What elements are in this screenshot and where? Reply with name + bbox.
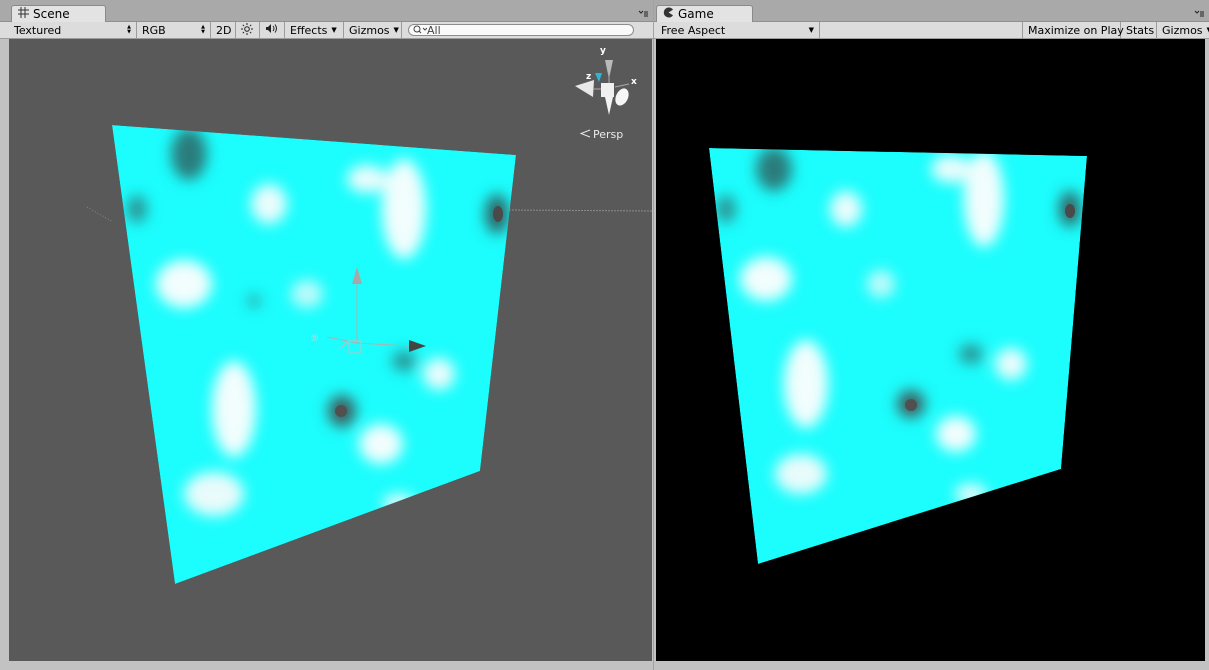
maximize-on-play-toggle[interactable]: Maximize on Play bbox=[1022, 22, 1124, 38]
game-tabbar: Game bbox=[654, 0, 1209, 22]
tab-scene-label: Scene bbox=[33, 7, 70, 21]
effects-dropdown[interactable]: Effects ▼ bbox=[285, 22, 344, 38]
game-gizmos-label: Gizmos bbox=[1162, 23, 1203, 37]
search-placeholder: All bbox=[427, 23, 441, 37]
game-viewport[interactable] bbox=[656, 39, 1205, 661]
tab-game-label: Game bbox=[678, 7, 714, 21]
scene-tabbar: Scene bbox=[0, 0, 653, 22]
gizmo-y-label: y bbox=[600, 46, 606, 56]
mode-2d-button[interactable]: 2D bbox=[211, 22, 236, 38]
horizon-line bbox=[508, 209, 652, 212]
pacman-icon bbox=[663, 7, 674, 21]
stats-toggle[interactable]: Stats bbox=[1121, 22, 1157, 38]
mode-2d-label: 2D bbox=[216, 23, 232, 37]
lighting-toggle[interactable] bbox=[236, 22, 260, 38]
draw-mode-dropdown[interactable]: Textured ▲ ▼ bbox=[9, 22, 137, 38]
noise-plane[interactable] bbox=[112, 125, 516, 584]
scene-search-input[interactable]: All bbox=[408, 23, 634, 37]
game-panel: Game Free Aspect ▼ Maximize on Play Stat… bbox=[654, 0, 1209, 670]
persp-toggle[interactable]: Persp bbox=[579, 128, 624, 141]
dropdown-arrow-icon: ▼ bbox=[808, 26, 814, 34]
stats-label: Stats bbox=[1126, 23, 1155, 37]
render-mode-dropdown[interactable]: RGB ▲ ▼ bbox=[137, 22, 211, 38]
gizmo-z-label: z bbox=[586, 72, 592, 82]
svg-text:⦾: ⦾ bbox=[311, 334, 318, 344]
search-icon bbox=[413, 24, 428, 37]
scene-viewport[interactable]: ⦾ y x z Persp bbox=[9, 39, 652, 661]
effects-label: Effects bbox=[290, 23, 328, 37]
grid-icon bbox=[18, 7, 29, 21]
stepper-icon: ▲ ▼ bbox=[201, 24, 205, 35]
gizmo-x-label: x bbox=[631, 77, 637, 87]
maximize-on-play-label: Maximize on Play bbox=[1028, 23, 1124, 37]
persp-label: Persp bbox=[593, 128, 624, 141]
menu-icon[interactable] bbox=[637, 7, 649, 17]
horizon-line bbox=[86, 206, 114, 223]
noise-plane bbox=[709, 148, 1087, 564]
sun-icon bbox=[241, 22, 253, 38]
dropdown-arrow-icon: ▼ bbox=[393, 26, 399, 34]
render-mode-label: RGB bbox=[142, 23, 166, 37]
tab-scene[interactable]: Scene bbox=[11, 5, 106, 22]
tab-game[interactable]: Game bbox=[656, 5, 753, 22]
audio-toggle[interactable] bbox=[260, 22, 285, 38]
perspective-icon bbox=[579, 128, 591, 141]
scene-panel: Scene Textured ▲ ▼ RGB ▲ ▼ 2D Effects ▼ … bbox=[0, 0, 653, 670]
scene-gizmos-label: Gizmos bbox=[349, 23, 390, 37]
speaker-icon bbox=[265, 23, 278, 37]
draw-mode-label: Textured bbox=[14, 23, 62, 37]
aspect-label: Free Aspect bbox=[661, 23, 726, 37]
game-toolbar: Free Aspect ▼ Maximize on Play Stats Giz… bbox=[654, 22, 1209, 39]
stepper-icon: ▲ ▼ bbox=[127, 24, 131, 35]
aspect-dropdown[interactable]: Free Aspect ▼ bbox=[656, 22, 820, 38]
game-gizmos-dropdown[interactable]: Gizmos ▼ bbox=[1157, 22, 1209, 38]
menu-icon[interactable] bbox=[1193, 7, 1205, 17]
scene-toolbar: Textured ▲ ▼ RGB ▲ ▼ 2D Effects ▼ Gizmos ▼ bbox=[0, 22, 653, 39]
scene-gizmos-dropdown[interactable]: Gizmos ▼ bbox=[344, 22, 402, 38]
dropdown-arrow-icon: ▼ bbox=[331, 26, 337, 34]
orientation-gizmo[interactable] bbox=[575, 60, 631, 115]
